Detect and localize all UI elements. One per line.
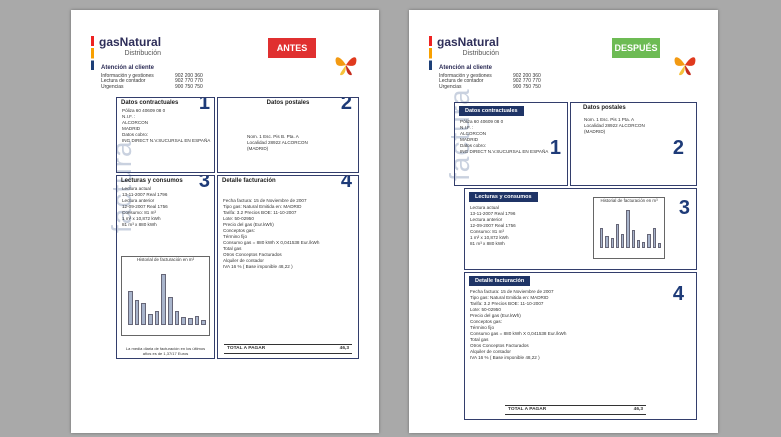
chart-bar	[134, 299, 140, 325]
chart-bar	[652, 228, 656, 248]
box-number: 4	[340, 175, 352, 192]
chart-bars	[128, 267, 207, 325]
chart-bar	[194, 316, 200, 325]
logo: gasNatural Distribución	[99, 35, 162, 57]
box-number: 3	[678, 197, 690, 219]
consumption-chart: Historial de facturación en m³	[593, 197, 665, 259]
chart-bar	[631, 230, 635, 248]
chart-bar	[642, 242, 646, 248]
chart-bar	[148, 314, 153, 325]
total-to-pay: TOTAL A PAGAR 46,3	[224, 344, 352, 354]
box-number: 3	[198, 175, 210, 192]
chart-bar	[161, 273, 167, 325]
chart-note: La media diaria de facturación en los úl…	[125, 346, 206, 356]
box-postal-data: Datos postales Nom. 1 Esc. Pis 1 Pta. A …	[570, 102, 697, 186]
butterfly-logo-icon	[335, 57, 357, 76]
box-number: 2	[340, 97, 352, 114]
box-contract-data: Datos contractuales Póliza 60 40609 08 0…	[116, 97, 215, 173]
invoice-page-after: gasNatural Distribución DESPUÉS Atención …	[409, 10, 718, 433]
box-readings: Lecturas y consumos Lectura actual 13-11-…	[464, 188, 697, 270]
before-badge: ANTES	[268, 38, 316, 58]
box-contract-data: Datos contractuales Póliza 60 40609 08 0…	[454, 102, 568, 186]
box-number: 4	[672, 283, 684, 305]
chart-bar	[610, 238, 614, 248]
chart-bar	[174, 311, 180, 325]
box-number: 1	[198, 97, 210, 114]
box-readings: Lecturas y consumos Lectura actual 13-11-…	[116, 175, 215, 359]
chart-bar	[615, 224, 619, 248]
box-postal-data: Datos postales Nom. 1 Esc. Pis B. Pta. A…	[217, 97, 359, 173]
chart-bar	[605, 236, 609, 248]
chart-bar	[141, 302, 147, 325]
chart-bar	[168, 296, 173, 325]
chart-bar	[188, 318, 193, 325]
box-number: 2	[672, 137, 684, 159]
chart-bar	[621, 234, 625, 248]
chart-bars	[600, 208, 661, 248]
chart-bar	[154, 311, 160, 325]
consumption-chart: Historial de facturación en m³	[121, 256, 210, 336]
invoice-page-before: gasNatural Distribución ANTES Atención al…	[71, 10, 379, 433]
logo-stripes	[429, 36, 432, 70]
after-badge: DESPUÉS	[612, 38, 660, 58]
box-billing-detail: Detalle facturación Fecha factura: 15 de…	[217, 175, 359, 359]
logo: gasNatural Distribución	[437, 35, 500, 57]
butterfly-logo-icon	[674, 57, 696, 76]
chart-bar	[636, 240, 640, 248]
chart-bar	[128, 291, 133, 325]
logo-stripes	[91, 36, 94, 70]
chart-bar	[600, 228, 604, 248]
chart-bar	[647, 234, 651, 248]
customer-service-block: Atención al cliente Información y gestio…	[101, 65, 203, 90]
chart-bar	[181, 317, 187, 325]
chart-bar	[201, 319, 207, 325]
customer-service-block: Atención al cliente Información y gestio…	[439, 65, 541, 90]
total-to-pay: TOTAL A PAGAR 46,3	[505, 405, 646, 415]
chart-bar	[626, 210, 630, 248]
box-number: 1	[549, 137, 561, 159]
box-billing-detail: Detalle facturación Fecha factura: 15 de…	[464, 272, 697, 420]
chart-bar	[657, 242, 661, 248]
